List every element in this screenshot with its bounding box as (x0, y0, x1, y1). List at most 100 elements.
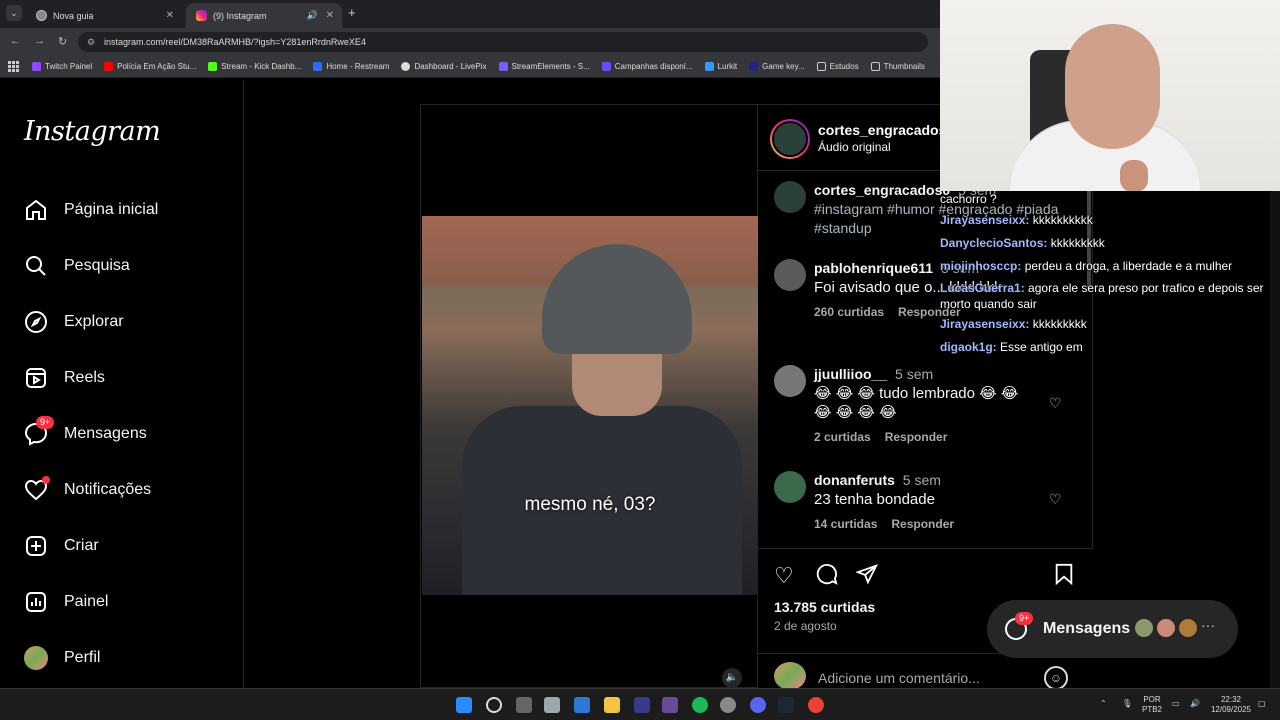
discord-icon[interactable] (750, 697, 766, 713)
app-icon[interactable] (634, 697, 650, 713)
comment-time: 5 sem (902, 472, 941, 488)
gamekey-icon (749, 62, 759, 71)
chat-text: kkkkkkkkkk (1032, 213, 1093, 227)
forward-icon[interactable]: → (34, 35, 45, 47)
sidebar-item-search[interactable]: Pesquisa (24, 251, 130, 281)
apps-grid-icon[interactable] (8, 60, 20, 73)
comment-input[interactable]: Adicione um comentário... (818, 670, 980, 686)
avatar (1155, 617, 1177, 639)
like-comment-icon[interactable]: ♡ (1049, 491, 1062, 508)
reel-video[interactable]: mesmo né, 03? (422, 216, 758, 595)
tray-chevron-icon[interactable]: ⌃ (1100, 699, 1107, 709)
bookmark-item[interactable]: Stream - Kick Dashb... (208, 62, 301, 71)
browser-tab-strip: ⌄ Nova guia ✕ (9) Instagram 🔊 ✕ + (0, 0, 940, 28)
clock[interactable]: 22:32 12/09/2025 (1208, 695, 1254, 715)
comment-username[interactable]: donanferuts (814, 472, 895, 488)
bookmark-item[interactable]: Twitch Painel (32, 62, 92, 71)
emoji-icon[interactable]: ☺ (1044, 666, 1068, 690)
app-icon[interactable] (662, 697, 678, 713)
instagram-logo[interactable]: Instagram (24, 116, 161, 147)
bookmark-item[interactable]: Home - Restream (313, 62, 389, 71)
comment-likes[interactable]: 2 curtidas (814, 430, 871, 444)
site-info-icon[interactable]: ⚙ (87, 32, 95, 52)
search-icon[interactable] (486, 697, 502, 713)
sidebar-item-notifications[interactable]: Notificações (24, 475, 151, 505)
bookmark-item[interactable]: Campanhas disponí... (601, 62, 693, 71)
messages-floating-button[interactable]: 9+ Mensagens ··· (987, 600, 1238, 658)
sidebar-item-messages[interactable]: 9+ Mensagens (24, 416, 147, 449)
bookmark-folder[interactable]: Thumbnails (870, 62, 925, 71)
comment-avatar[interactable] (774, 259, 806, 291)
app-icon[interactable] (720, 697, 736, 713)
share-icon[interactable] (855, 563, 878, 591)
sidebar-item-dashboard[interactable]: Painel (24, 587, 108, 617)
spotify-icon[interactable] (692, 697, 708, 713)
photos-icon[interactable] (574, 697, 590, 713)
comment-username[interactable]: pablohenrique611 (814, 260, 933, 276)
url-field[interactable]: ⚙ instagram.com/reel/DM38RaARMHB/?igsh=Y… (78, 32, 928, 52)
post-date: 2 de agosto (774, 619, 837, 633)
sidebar-item-home[interactable]: Página inicial (24, 195, 158, 225)
mic-icon[interactable]: 🎙 (1122, 699, 1132, 709)
bookmark-label: Stream - Kick Dashb... (221, 62, 302, 71)
bookmark-folder[interactable]: Estudos (816, 62, 859, 71)
volume-icon[interactable]: 🔊 (1190, 699, 1200, 709)
network-icon[interactable]: ▭ (1172, 699, 1180, 709)
instagram-sidebar: Instagram Página inicial Pesquisa Explor… (0, 80, 244, 688)
tab-instagram[interactable]: (9) Instagram 🔊 ✕ (186, 3, 342, 28)
clock-date: 12/09/2025 (1210, 705, 1252, 714)
bookmark-item[interactable]: Lurkit (704, 62, 737, 71)
story-ring-avatar[interactable] (770, 119, 810, 159)
reply-button[interactable]: Responder (891, 517, 954, 531)
speaker-icon[interactable]: 🔊 (307, 10, 318, 21)
notifications-icon[interactable]: ▢ (1258, 699, 1266, 709)
start-icon[interactable] (456, 697, 472, 713)
mute-toggle-button[interactable]: 🔈 (722, 668, 742, 688)
sidebar-item-reels[interactable]: Reels (24, 363, 105, 393)
bookmark-icon[interactable] (1054, 563, 1074, 591)
reload-icon[interactable]: ↻ (58, 35, 67, 48)
steam-icon[interactable] (778, 697, 794, 713)
audio-label[interactable]: Áudio original (818, 140, 891, 154)
bookmark-item[interactable]: StreamElements - S... (498, 62, 590, 71)
heart-icon (24, 476, 50, 502)
sidebar-item-profile[interactable]: Perfil (24, 643, 100, 673)
chat-user: Jirayasenseixx: (940, 317, 1030, 331)
bookmarks-bar: Twitch Painel Polícia Em Ação Stu... Str… (0, 56, 940, 78)
folder-icon[interactable] (604, 697, 620, 713)
comment-username[interactable]: jjuulliioo__ (814, 366, 887, 382)
chat-line: LucasGuerra1: agora ele sera preso por t… (940, 280, 1278, 312)
reply-button[interactable]: Responder (885, 430, 948, 444)
bookmark-item[interactable]: Game key... (749, 62, 805, 71)
chrome-icon[interactable] (808, 697, 824, 713)
sidebar-item-explore[interactable]: Explorar (24, 307, 124, 337)
language-indicator[interactable]: POR PTB2 (1142, 695, 1162, 715)
post-username[interactable]: cortes_engracados0 (818, 122, 948, 138)
comment-avatar[interactable] (774, 365, 806, 397)
chat-line: DanyclecioSantos: kkkkkkkkk (940, 235, 1278, 251)
caption-avatar[interactable] (774, 181, 806, 213)
sidebar-item-label: Perfil (64, 649, 101, 666)
close-tab-icon[interactable]: ✕ (166, 10, 174, 21)
caption-username[interactable]: cortes_engracados0 (814, 182, 950, 198)
comment-icon[interactable] (816, 563, 838, 591)
like-comment-icon[interactable]: ♡ (1049, 395, 1062, 412)
like-count[interactable]: 13.785 curtidas (774, 599, 875, 615)
folder-icon (816, 62, 826, 71)
settings-icon[interactable] (544, 697, 560, 713)
comment-likes[interactable]: 14 curtidas (814, 517, 877, 531)
like-icon[interactable]: ♡ (774, 563, 794, 589)
back-icon[interactable]: ← (10, 35, 21, 47)
new-tab-button[interactable]: + (348, 5, 356, 20)
task-view-icon[interactable] (516, 697, 532, 713)
close-tab-icon[interactable]: ✕ (326, 10, 334, 21)
address-bar-row: ← → ↻ ⚙ instagram.com/reel/DM38RaARMHB/?… (0, 28, 940, 56)
messages-label: Mensagens (1043, 620, 1131, 637)
sidebar-item-create[interactable]: Criar (24, 531, 99, 561)
tab-search-button[interactable]: ⌄ (6, 5, 22, 21)
bookmark-item[interactable]: Polícia Em Ação Stu... (104, 62, 196, 71)
bookmark-item[interactable]: Dashboard - LivePix (401, 62, 487, 71)
comment-likes[interactable]: 260 curtidas (814, 305, 884, 319)
tab-nova-guia[interactable]: Nova guia ✕ (26, 3, 182, 28)
comment-avatar[interactable] (774, 471, 806, 503)
